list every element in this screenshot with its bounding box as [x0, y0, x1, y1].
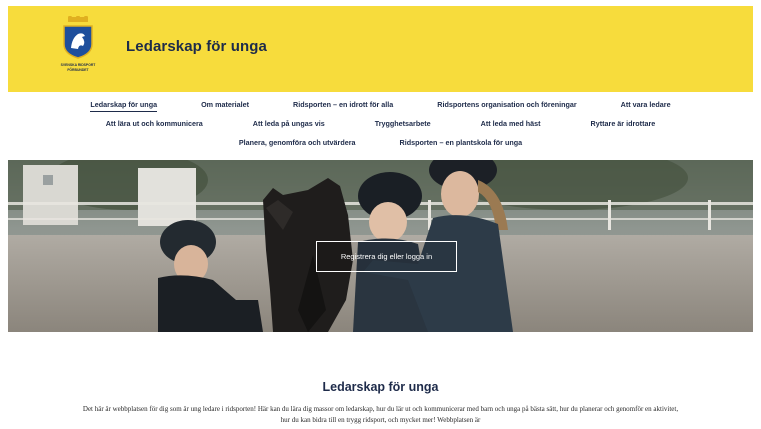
page-title: Ledarskap för unga [322, 380, 439, 394]
svg-text:SVENSKA RIDSPORT: SVENSKA RIDSPORT [61, 63, 97, 67]
nav-item-att-vara-ledare[interactable]: Att vara ledare [621, 100, 671, 112]
site-title[interactable]: Ledarskap för unga [126, 38, 267, 55]
nav-row-1: Ledarskap för unga Om materialet Ridspor… [8, 100, 753, 112]
nav-item-att-leda-med-hast[interactable]: Att leda med häst [481, 119, 541, 130]
nav-item-att-lara-ut[interactable]: Att lära ut och kommunicera [106, 119, 203, 130]
nav-item-att-leda-pa-ungas-vis[interactable]: Att leda på ungas vis [253, 119, 325, 130]
nav-row-3: Planera, genomföra och utvärdera Ridspor… [8, 138, 753, 149]
nav-item-planera-genomfora[interactable]: Planera, genomföra och utvärdera [239, 138, 356, 149]
nav-item-ridsporten-plantskola[interactable]: Ridsporten – en plantskola för unga [400, 138, 523, 149]
main-content: Ledarskap för unga Det här är webbplatse… [8, 332, 753, 429]
site-header: SVENSKA RIDSPORT FÖRBUNDET Ledarskap för… [8, 6, 753, 92]
svg-text:FÖRBUNDET: FÖRBUNDET [67, 67, 89, 72]
nav-item-ridsportens-organisation[interactable]: Ridsportens organisation och föreningar [437, 100, 576, 112]
intro-text: Det här är webbplatsen för dig som är un… [82, 405, 679, 424]
nav-item-ledarskap-for-unga[interactable]: Ledarskap för unga [90, 100, 158, 112]
nav-item-om-materialet[interactable]: Om materialet [201, 100, 249, 112]
nav-item-ridsporten-idrott-for-alla[interactable]: Ridsporten – en idrott för alla [293, 100, 393, 112]
nav-row-2: Att lära ut och kommunicera Att leda på … [8, 119, 753, 130]
hero-banner: Registrera dig eller logga in [8, 160, 753, 332]
main-navigation: Ledarskap för unga Om materialet Ridspor… [8, 92, 753, 160]
register-or-login-button[interactable]: Registrera dig eller logga in [316, 241, 457, 272]
ridsportforbundet-logo[interactable]: SVENSKA RIDSPORT FÖRBUNDET [56, 13, 100, 80]
nav-item-ryttare-ar-idrottare[interactable]: Ryttare är idrottare [591, 119, 656, 130]
nav-item-trygghetsarbete[interactable]: Trygghetsarbete [375, 119, 431, 130]
